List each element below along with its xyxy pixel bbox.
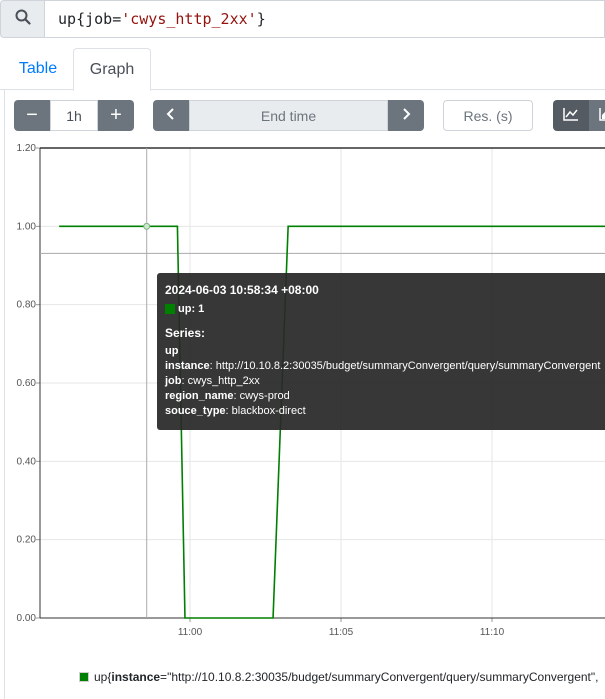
- tooltip-label-value: cwys-prod: [239, 390, 290, 402]
- tooltip-label-row: souce_type: blackbox-direct: [165, 405, 306, 417]
- line-chart-icon: [563, 104, 579, 127]
- tooltip-series-header: Series:: [165, 326, 206, 340]
- y-tick-label: 0.80: [17, 300, 37, 311]
- y-tick-label: 0.00: [17, 613, 37, 624]
- tab-graph[interactable]: Graph: [73, 48, 151, 91]
- tooltip-label-value: cwys_http_2xx: [187, 375, 260, 387]
- tooltip-timestamp: 2024-06-03 10:58:34 +08:00: [165, 283, 319, 297]
- chevron-right-icon: [401, 104, 411, 127]
- y-tick-label: 1.00: [17, 221, 37, 232]
- tooltip-value-label: up:: [178, 303, 196, 315]
- legend-prefix: up{: [94, 670, 112, 684]
- y-tick-label: 0.20: [17, 535, 37, 546]
- hover-tooltip: 2024-06-03 10:58:34 +08:00 up: 1 Series:…: [157, 273, 605, 430]
- tooltip-value: 1: [198, 303, 205, 315]
- tooltip-label-key: souce_type: [165, 405, 226, 417]
- hover-point-marker: [143, 222, 151, 230]
- y-tick-label: 1.20: [17, 143, 37, 154]
- graph-controls: − 1h + End time Res. (s): [0, 100, 605, 132]
- query-operator: =: [112, 10, 122, 28]
- query-bar: up{job ='cwys_http_2xx'}: [0, 0, 605, 38]
- tooltip-label-row: job: cwys_http_2xx: [165, 375, 260, 387]
- query-close-brace: }: [256, 10, 266, 28]
- tooltip-value-row: up: 1: [165, 303, 605, 315]
- tooltip-label-key: region_name: [165, 390, 234, 402]
- y-tick-label: 0.60: [17, 378, 37, 389]
- end-time-back-button[interactable]: [153, 100, 189, 131]
- area-chart-icon: [599, 104, 605, 127]
- tooltip-label-value: http://10.10.8.2:30035/budget/summaryCon…: [215, 360, 601, 372]
- tooltip-label-key: job: [165, 375, 182, 387]
- x-tick-label: 11:05: [329, 627, 354, 638]
- query-label-value: 'cwys_http_2xx': [121, 10, 257, 28]
- tooltip-label-row: instance: http://10.10.8.2:30035/budget/…: [165, 360, 601, 372]
- tooltip-label-value: blackbox-direct: [231, 405, 306, 417]
- legend-label-value: "http://10.10.8.2:30035/budget/summaryCo…: [167, 670, 599, 684]
- tooltip-series-swatch: [165, 304, 175, 314]
- execute-query-button[interactable]: [0, 0, 45, 38]
- tooltip-metric: up: [165, 345, 179, 357]
- decrease-range-button[interactable]: −: [14, 100, 50, 131]
- tooltip-label-row: region_name: cwys-prod: [165, 390, 290, 402]
- query-open-brace: {: [76, 10, 86, 28]
- resolution-input[interactable]: Res. (s): [443, 100, 533, 131]
- end-time-forward-button[interactable]: [388, 100, 424, 131]
- search-icon: [15, 9, 31, 30]
- y-tick-label: 0.40: [17, 456, 37, 467]
- end-time-input[interactable]: End time: [189, 100, 388, 131]
- query-metric: up: [58, 10, 77, 28]
- tooltip-label-key: instance: [165, 360, 210, 372]
- legend-swatch: [78, 671, 90, 683]
- query-label-name: job: [85, 10, 113, 28]
- tab-table[interactable]: Table: [6, 48, 70, 90]
- chevron-left-icon: [166, 104, 176, 127]
- increase-range-button[interactable]: +: [98, 100, 134, 131]
- stacked-area-button[interactable]: [589, 100, 605, 131]
- view-tabs: Table Graph: [0, 48, 605, 91]
- range-input[interactable]: 1h: [50, 100, 98, 131]
- series-legend-item[interactable]: up{instance = "http://10.10.8.2:30035/budg…: [78, 670, 605, 684]
- legend-label-key: instance: [111, 670, 161, 684]
- x-tick-label: 11:00: [178, 627, 203, 638]
- legend-eq: =: [160, 670, 168, 684]
- unstacked-line-button[interactable]: [553, 100, 589, 131]
- query-expression-input[interactable]: up{job ='cwys_http_2xx'}: [45, 0, 605, 38]
- x-tick-label: 11:10: [480, 627, 505, 638]
